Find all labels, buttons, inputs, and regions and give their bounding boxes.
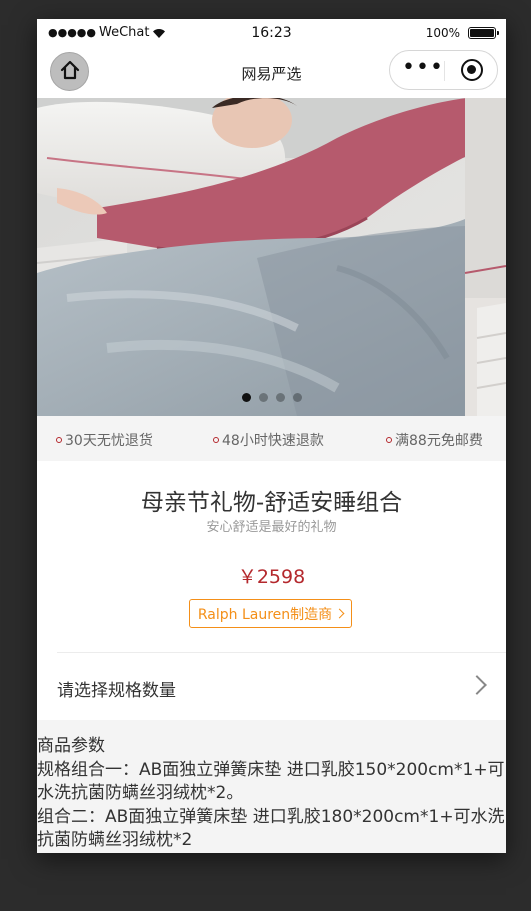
service-item: 30天无忧退货 — [56, 430, 153, 450]
carousel-dot[interactable] — [241, 393, 251, 402]
carousel-indicators[interactable] — [37, 393, 506, 402]
params-line: 水洗抗菌防螨丝羽绒枕*2。 — [37, 783, 244, 803]
carousel-dot[interactable] — [275, 393, 285, 402]
product-image-carousel[interactable] — [37, 98, 506, 416]
status-right: 100% — [425, 26, 499, 40]
service-label: 满88元免邮费 — [395, 433, 483, 449]
brand-tag-label: Ralph Lauren制造商 — [197, 606, 333, 623]
brand-tag-button[interactable]: Ralph Lauren制造商 — [189, 599, 352, 628]
service-item: 48小时快速退款 — [213, 430, 324, 450]
params-line: 规格组合一：AB面独立弹簧床垫 进口乳胶150*200cm*1+可 — [37, 759, 505, 780]
service-promises: 30天无忧退货 48小时快速退款 满88元免邮费 — [37, 416, 506, 461]
bullet-icon — [56, 437, 62, 443]
params-heading: 商品参数 — [37, 736, 105, 756]
more-dots-icon[interactable]: ••• — [402, 57, 444, 79]
product-subtitle: 安心舒适是最好的礼物 — [206, 520, 337, 535]
product-params: 商品参数 规格组合一：AB面独立弹簧床垫 进口乳胶150*200cm*1+可 水… — [37, 720, 506, 853]
spec-selector-label: 请选择规格数量 — [57, 681, 176, 701]
battery-icon — [468, 27, 499, 39]
bullet-icon — [213, 437, 219, 443]
chevron-right-icon — [467, 675, 487, 695]
product-title: 母亲节礼物-舒适安睡组合 — [140, 490, 403, 516]
bullet-icon — [386, 437, 392, 443]
carousel-dot[interactable] — [292, 393, 302, 402]
spec-selector-row[interactable]: 请选择规格数量 — [37, 653, 506, 720]
service-label: 30天无忧退货 — [65, 433, 153, 449]
params-line: 组合二：AB面独立弹簧床垫 进口乳胶180*200cm*1+可水洗 — [37, 806, 505, 827]
miniprogram-capsule: ••• — [389, 50, 498, 90]
phone-screen: ●●●●● WeChat 16:23 100% 网易严选 ••• 30天无忧退货… — [37, 19, 506, 853]
params-line: 抗菌防螨丝羽绒枕*2 — [37, 830, 193, 850]
navigation-bar: 网易严选 ••• — [37, 47, 506, 99]
battery-percent: 100% — [425, 26, 460, 40]
service-item: 满88元免邮费 — [386, 430, 483, 450]
product-photo — [37, 98, 506, 416]
chevron-right-icon — [334, 608, 345, 619]
status-bar: ●●●●● WeChat 16:23 100% — [37, 19, 506, 47]
capsule-divider — [444, 61, 445, 81]
miniprogram-close-icon[interactable] — [461, 59, 483, 81]
carousel-dot[interactable] — [258, 393, 268, 402]
service-label: 48小时快速退款 — [222, 433, 324, 449]
product-price: ￥2598 — [237, 566, 306, 588]
